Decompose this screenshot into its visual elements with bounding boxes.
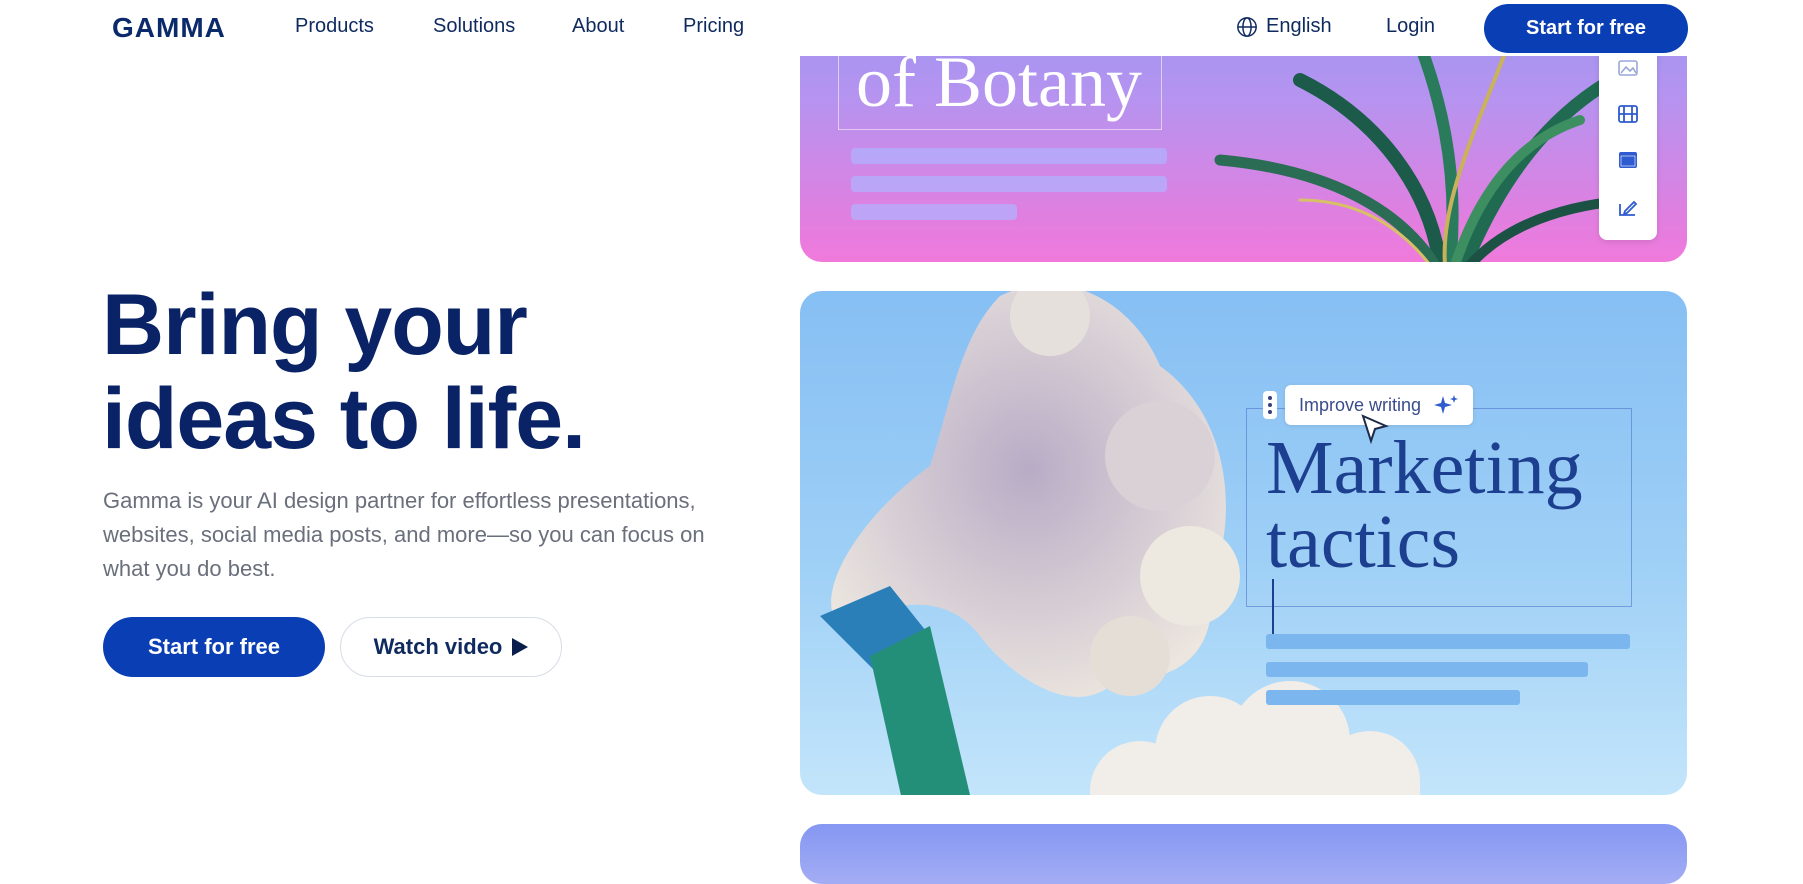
nav-solutions[interactable]: Solutions — [433, 15, 515, 38]
block-toolbar — [1599, 40, 1657, 240]
login-link[interactable]: Login — [1386, 15, 1435, 38]
play-icon — [512, 638, 529, 656]
watch-video-label: Watch video — [373, 634, 503, 659]
text-placeholder-bar — [1266, 662, 1588, 677]
drag-handle-icon[interactable] — [1263, 391, 1277, 419]
image-icon[interactable] — [1617, 58, 1639, 78]
window-icon[interactable] — [1617, 150, 1639, 170]
hero-title: Bring your ideas to life. — [102, 278, 742, 466]
globe-icon — [1237, 16, 1257, 37]
text-placeholder-bar — [851, 148, 1167, 164]
edit-signature-icon[interactable] — [1617, 198, 1639, 218]
top-navigation: GAMMA Products Solutions About Pricing E… — [0, 0, 1803, 56]
language-label: English — [1266, 15, 1332, 37]
hero-title-line2: ideas to life. — [102, 371, 586, 467]
nav-about[interactable]: About — [572, 15, 624, 38]
marketing-title-line2: tactics — [1266, 504, 1583, 639]
text-caret — [1272, 579, 1274, 639]
text-placeholder-bar — [1266, 690, 1520, 705]
film-icon[interactable] — [1617, 104, 1639, 124]
text-placeholder-bar — [1266, 634, 1630, 649]
nav-pricing[interactable]: Pricing — [683, 15, 744, 38]
watch-video-button[interactable]: Watch video — [340, 617, 562, 677]
language-selector[interactable]: English — [1236, 15, 1332, 38]
sparkle-icon — [1434, 395, 1459, 414]
start-for-free-button[interactable]: Start for free — [103, 617, 325, 677]
gamma-logo[interactable]: GAMMA — [112, 12, 226, 44]
hero-title-line1: Bring your — [102, 277, 528, 373]
text-placeholder-bar — [851, 204, 1017, 220]
marketing-title[interactable]: Marketing tactics — [1266, 426, 1583, 639]
next-card-preview — [800, 824, 1687, 884]
marketing-card: Improve writing Marketing tactics — [800, 291, 1687, 795]
text-placeholder-bar — [851, 176, 1167, 192]
nav-products[interactable]: Products — [295, 15, 374, 38]
marketing-title-line1: Marketing — [1266, 426, 1583, 510]
hero-subtitle: Gamma is your AI design partner for effo… — [103, 488, 705, 581]
nav-start-for-free-button[interactable]: Start for free — [1484, 4, 1688, 53]
